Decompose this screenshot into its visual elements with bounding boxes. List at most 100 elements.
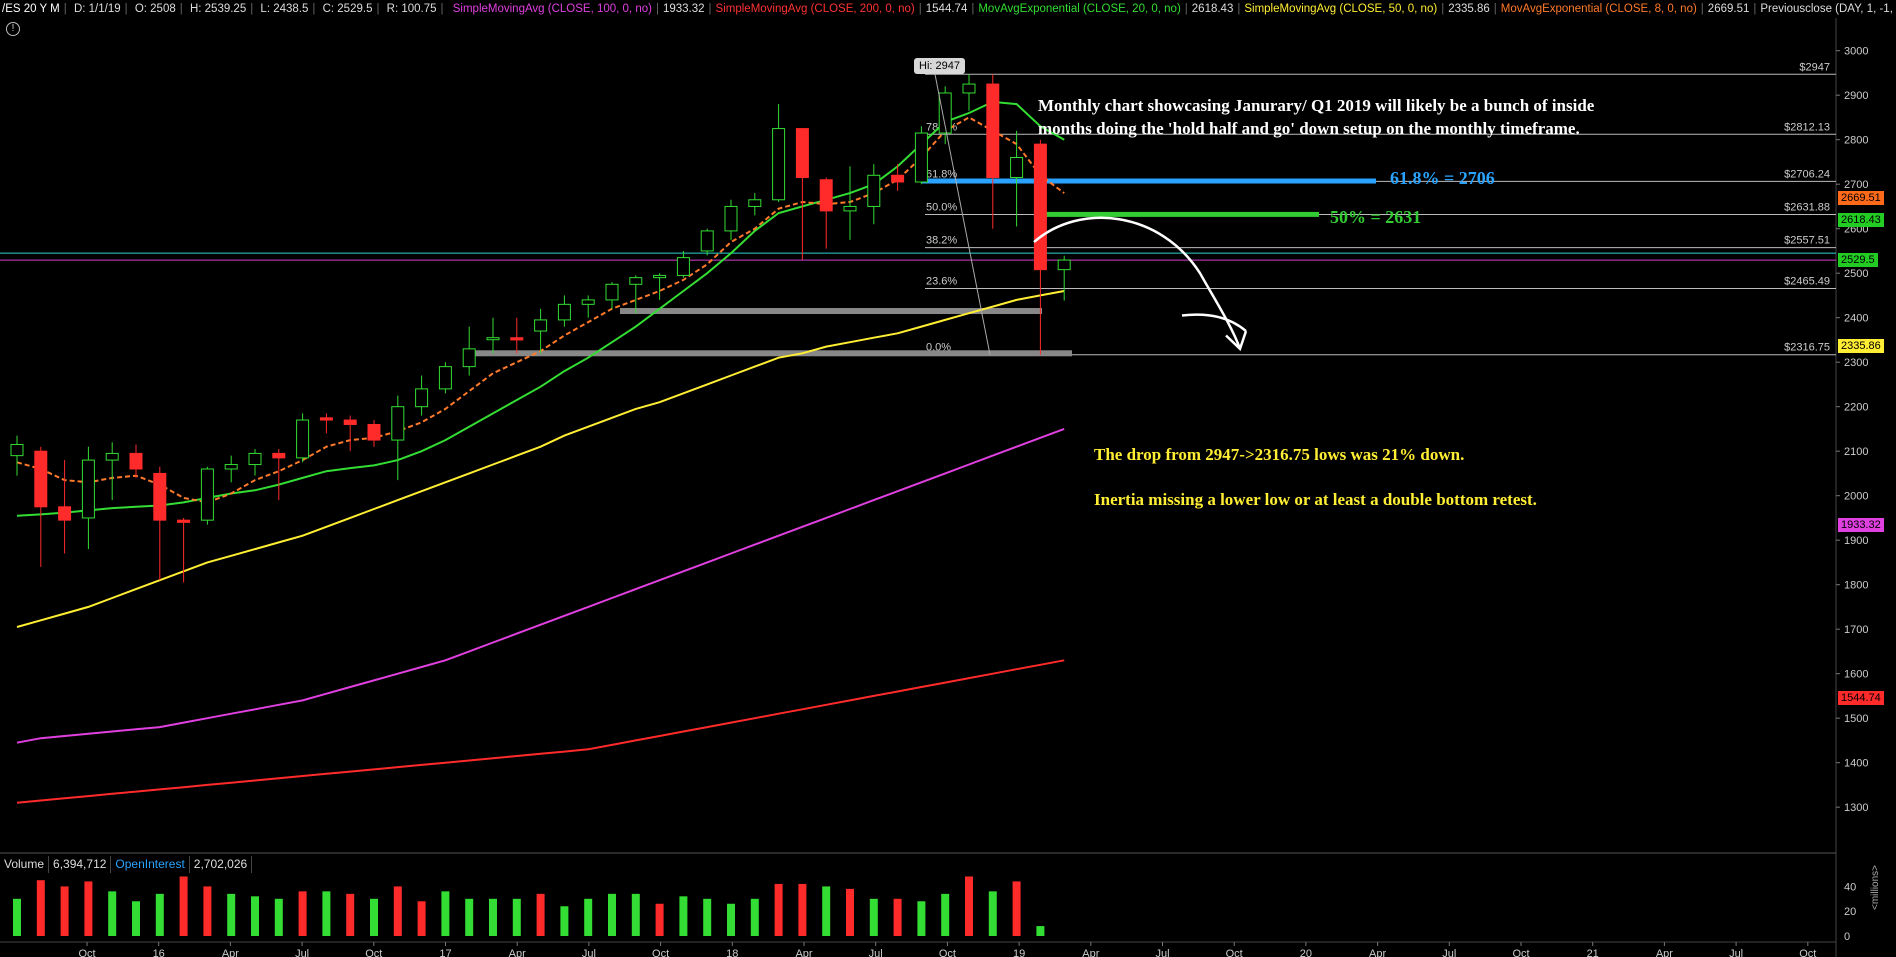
fib-level-price: $2465.49 <box>1784 276 1830 288</box>
volume-bar <box>560 906 569 936</box>
price-tick-label: 2700 <box>1844 179 1868 191</box>
time-tick-label: Jul <box>295 948 309 957</box>
candle-body <box>438 366 452 390</box>
volume-bar <box>227 893 236 936</box>
time-tick-label: Apr <box>1656 948 1673 957</box>
price-tick-label: 2100 <box>1844 446 1868 458</box>
price-chart[interactable]: $2947 $2812.13 $2706.24 $2631.88 $2557.51 $24… <box>0 0 1896 957</box>
moving-average-line <box>16 427 1065 744</box>
candle-body <box>676 257 690 276</box>
fib-level-price: $2316.75 <box>1784 342 1830 354</box>
volume-bar <box>489 898 497 936</box>
volume-bar <box>203 886 212 936</box>
candle-body <box>462 348 476 368</box>
support-zone-lower <box>468 350 1072 357</box>
time-tick-label: Oct <box>1226 948 1243 957</box>
time-tick-label: Apr <box>509 948 526 957</box>
candle-body <box>272 452 286 459</box>
candle-body <box>224 464 238 470</box>
price-tick-label: 1700 <box>1844 624 1868 636</box>
millions-label: <millions> <box>1870 864 1881 910</box>
volume-bar <box>84 881 93 936</box>
fib-level-price: $2706.24 <box>1784 168 1830 180</box>
volume-bar <box>750 898 759 936</box>
volume-bar <box>536 893 545 936</box>
volume-tick-label: 0 <box>1844 931 1850 943</box>
volume-bar <box>417 901 426 936</box>
fib-percent-label: 38.2% <box>926 235 957 247</box>
time-tick-label: Oct <box>1512 948 1529 957</box>
fib-level-price: $2812.13 <box>1784 121 1830 133</box>
candle-body <box>724 205 738 232</box>
price-badge: 1544.74 <box>1838 691 1884 706</box>
volume-bar <box>941 893 950 936</box>
candle-body <box>34 450 48 508</box>
candle-body <box>200 468 214 521</box>
volume-bar <box>274 898 283 936</box>
volume-bar <box>36 880 45 936</box>
volume-bar <box>322 891 331 936</box>
time-tick-label: Oct <box>78 948 95 957</box>
volume-bar <box>822 886 831 936</box>
fib-618-bar <box>922 178 1376 184</box>
volume-label: Volume <box>0 856 50 873</box>
candle-body <box>1010 156 1024 179</box>
candle-body <box>415 388 429 408</box>
candle-body <box>795 128 809 179</box>
price-badge: 1933.32 <box>1838 518 1884 533</box>
candle-body <box>748 199 762 207</box>
volume-bar <box>465 898 474 936</box>
volume-bar <box>179 876 188 936</box>
fib-level-price: $2947 <box>1799 61 1830 73</box>
volume-bar <box>346 893 355 936</box>
time-tick-label: Jul <box>582 948 596 957</box>
title-annotation-line1: Monthly chart showcasing Janurary/ Q1 20… <box>1038 96 1595 115</box>
volume-bar <box>988 891 997 936</box>
candle-body <box>1057 259 1071 271</box>
volume-bar <box>727 903 735 936</box>
candle-body <box>891 174 905 183</box>
time-tick-label: Jul <box>1729 948 1743 957</box>
title-annotation-line2: months doing the 'hold half and go' down… <box>1038 119 1580 138</box>
volume-bar <box>1012 881 1021 936</box>
volume-bar <box>965 876 973 936</box>
price-tick-label: 2900 <box>1844 90 1868 102</box>
fib-50-bar <box>1035 211 1319 217</box>
fib-50-annotation: 50% = 2631 <box>1330 207 1422 227</box>
fib-618-annotation: 61.8% = 2706 <box>1390 168 1495 188</box>
candle-body <box>867 174 881 207</box>
time-tick-label: Jul <box>1155 948 1169 957</box>
time-tick-label: 19 <box>1013 948 1025 957</box>
volume-bar <box>108 891 117 936</box>
candle-body <box>81 459 95 519</box>
price-tick-label: 1500 <box>1844 713 1868 725</box>
volume-bar <box>798 883 807 936</box>
volume-bar <box>917 901 926 936</box>
price-tick-label: 1400 <box>1844 758 1868 770</box>
volume-bar <box>869 898 878 936</box>
volume-bar <box>370 898 378 936</box>
volume-bar <box>251 896 259 936</box>
price-tick-label: 3000 <box>1844 46 1868 58</box>
volume-bar <box>298 891 307 936</box>
fib-percent-label: 50.0% <box>926 202 957 214</box>
price-tick-label: 1800 <box>1844 580 1868 592</box>
open-interest-value: 2,702,026 <box>190 856 253 873</box>
volume-bar <box>132 901 140 936</box>
volume-bar <box>393 886 402 936</box>
time-tick-label: 17 <box>439 948 451 957</box>
price-tick-label: 2200 <box>1844 402 1868 414</box>
candle-body <box>129 452 143 470</box>
candle-body <box>1033 143 1047 271</box>
volume-bar <box>13 898 21 936</box>
drop-annotation: The drop from 2947->2316.75 lows was 21%… <box>1094 445 1465 464</box>
candle-body <box>105 452 119 461</box>
time-tick-label: Jul <box>1442 948 1456 957</box>
time-tick-label: 21 <box>1587 948 1599 957</box>
projection-arrow-head <box>1181 313 1247 333</box>
volume-bar <box>60 886 69 936</box>
price-tick-label: 1600 <box>1844 669 1868 681</box>
volume-header: Volume 6,394,712 OpenInterest 2,702,026 <box>0 856 253 873</box>
open-interest-label: OpenInterest <box>111 856 190 873</box>
candle-body <box>819 179 833 212</box>
